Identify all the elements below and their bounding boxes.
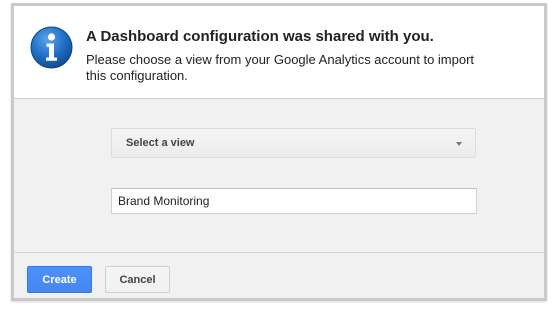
dialog-title: A Dashboard configuration was shared wit… <box>86 28 434 45</box>
dashboard-name-input[interactable] <box>111 188 477 214</box>
chevron-down-icon <box>456 142 462 146</box>
info-icon <box>30 26 73 69</box>
create-button[interactable]: Create <box>27 266 92 293</box>
dialog-message: Please choose a view from your Google An… <box>86 52 475 83</box>
dialog-header: A Dashboard configuration was shared wit… <box>14 6 544 99</box>
view-select-label: Select a view <box>126 137 195 149</box>
view-select[interactable]: Select a view <box>111 128 476 158</box>
cancel-button[interactable]: Cancel <box>105 266 170 293</box>
dialog-footer: Create Cancel <box>14 253 544 298</box>
dialog-body: Select a view <box>14 99 544 253</box>
share-dashboard-dialog: A Dashboard configuration was shared wit… <box>11 3 547 301</box>
